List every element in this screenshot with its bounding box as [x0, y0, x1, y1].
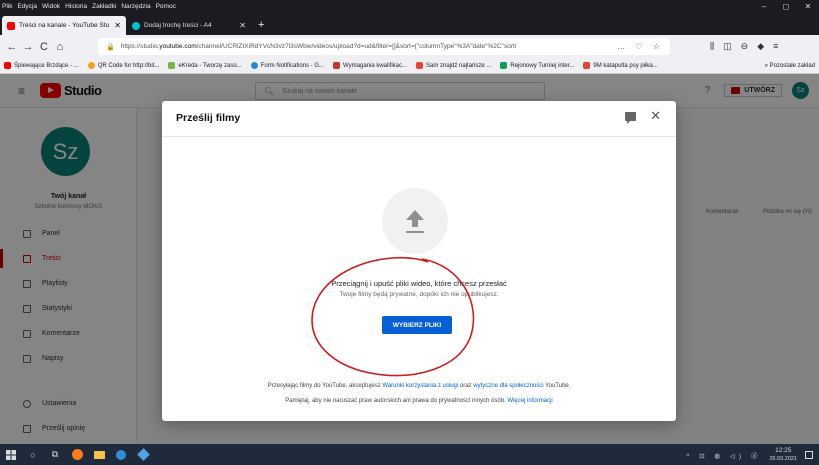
- page-actions-icon[interactable]: … ♡ ☆: [617, 42, 664, 51]
- tab-canva[interactable]: Dodaj trochę treści - A4 ✕: [127, 16, 251, 35]
- menu-help[interactable]: Pomoc: [156, 3, 176, 10]
- library-icon[interactable]: ⫼: [710, 41, 714, 52]
- select-files-button[interactable]: WYBIERZ PLIKI: [382, 316, 452, 334]
- canva-favicon-icon: [132, 21, 140, 30]
- tab-close-icon[interactable]: ✕: [239, 21, 246, 30]
- close-icon[interactable]: ✕: [650, 108, 661, 124]
- bookmark-item[interactable]: Form Notifications - G...: [250, 62, 324, 69]
- bookmark-item[interactable]: Sam znajdź najtańsze ...: [416, 62, 491, 69]
- bookmark-item[interactable]: Rejonowy Turniej inter...: [500, 62, 574, 69]
- tab-youtube-studio[interactable]: Treści na kanale - YouTube Stu ✕: [2, 16, 126, 35]
- forward-button[interactable]: →: [20, 41, 36, 53]
- feedback-icon[interactable]: [625, 112, 636, 124]
- account-icon[interactable]: ⊖: [741, 41, 749, 52]
- toolbar-icons: ⫼ ◫ ⊖ ◆ ≡: [710, 41, 778, 52]
- bookmark-icon: [168, 62, 176, 69]
- reload-button[interactable]: C: [36, 41, 52, 53]
- url-bar[interactable]: 🔒 https://studio.youtube.com/channel/UCR…: [98, 38, 670, 55]
- drive-icon: [500, 62, 508, 69]
- search-icon[interactable]: ○: [22, 444, 44, 465]
- bookmark-item[interactable]: Wymagania kwalifikac...: [333, 62, 407, 69]
- maximize-button[interactable]: ◻: [775, 0, 797, 13]
- gmail-icon: [416, 62, 423, 69]
- tab-label: Dodaj trochę treści - A4: [144, 22, 212, 29]
- terms-of-service-link[interactable]: Warunki korzystania z usługi: [382, 383, 458, 389]
- gmail-icon: [583, 62, 591, 69]
- task-view-icon[interactable]: ⧉: [44, 444, 66, 465]
- clock-date: 26.03.2021: [769, 455, 797, 462]
- tab-label: Treści na kanale - YouTube Stu: [19, 22, 110, 29]
- menu-bar: Plik Edycja Widok Historia Zakładki Narz…: [0, 0, 819, 13]
- windows-start-icon[interactable]: [0, 444, 22, 465]
- bookmark-icon: [250, 62, 258, 69]
- new-tab-button[interactable]: +: [252, 16, 270, 35]
- other-bookmarks[interactable]: » Pozostałe zakład: [758, 58, 815, 73]
- bookmark-item[interactable]: 9M katapulta psy piłka...: [583, 62, 658, 69]
- bookmark-icon: [333, 62, 341, 69]
- extension-icon[interactable]: ◆: [757, 41, 764, 52]
- home-button[interactable]: ⌂: [52, 41, 68, 53]
- file-explorer-icon[interactable]: [88, 444, 110, 465]
- menu-edit[interactable]: Edycja: [17, 3, 37, 10]
- bookmark-icon: [4, 62, 11, 69]
- tray-icons[interactable]: ^ ⊡ ◍ ◁) ⓓ: [686, 450, 761, 460]
- copyright-notice: Pamiętaj, aby nie naruszać praw autorski…: [285, 398, 553, 404]
- bookmark-item[interactable]: Śpiewające Brzdące - ...: [4, 62, 79, 69]
- menu-file[interactable]: Plik: [2, 3, 12, 10]
- divider: [162, 136, 676, 137]
- clock[interactable]: 12:25 26.03.2021: [769, 447, 797, 463]
- minimize-button[interactable]: –: [753, 0, 775, 13]
- firefox-icon[interactable]: [66, 444, 88, 465]
- hamburger-menu-icon[interactable]: ≡: [773, 41, 778, 52]
- taskbar: ○ ⧉ ^ ⊡ ◍ ◁) ⓓ 12:25 26.03.2021: [0, 444, 819, 465]
- dialog-title: Prześlij filmy: [176, 112, 241, 124]
- back-button[interactable]: ←: [4, 41, 20, 53]
- edge-icon[interactable]: [110, 444, 132, 465]
- menu-history[interactable]: Historia: [65, 3, 87, 10]
- terms-text: Przesyłając filmy do YouTube, akceptujes…: [267, 383, 571, 389]
- bookmark-item[interactable]: QR Code for http://bit...: [87, 62, 159, 69]
- lock-icon: 🔒: [106, 43, 115, 51]
- upload-dialog: Prześlij filmy ✕ Przeciągnij i upuść pli…: [162, 101, 676, 421]
- app-icon[interactable]: [132, 444, 154, 465]
- bookmarks-bar: Śpiewające Brzdące - ... QR Code for htt…: [0, 58, 819, 74]
- upload-drop-target[interactable]: [382, 188, 448, 254]
- upload-arrow-icon: [406, 210, 424, 233]
- menu-view[interactable]: Widok: [42, 3, 60, 10]
- window-controls: – ◻ ✕: [753, 0, 819, 13]
- learn-more-link[interactable]: Więcej informacji: [507, 398, 552, 404]
- close-window-button[interactable]: ✕: [797, 0, 819, 13]
- menu-tools[interactable]: Narzędzia: [121, 3, 150, 10]
- system-tray: ^ ⊡ ◍ ◁) ⓓ 12:25 26.03.2021: [686, 444, 813, 465]
- navigation-bar: ← → C ⌂ 🔒 https://studio.youtube.com/cha…: [0, 35, 819, 58]
- menu-bookmarks[interactable]: Zakładki: [92, 3, 116, 10]
- tab-close-icon[interactable]: ✕: [114, 21, 121, 30]
- notification-icon[interactable]: [805, 450, 813, 459]
- tab-bar: Treści na kanale - YouTube Stu ✕ Dodaj t…: [0, 13, 819, 35]
- youtube-favicon-icon: [7, 21, 15, 30]
- bookmark-icon: [87, 62, 95, 69]
- clock-time: 12:25: [775, 446, 792, 454]
- url-text: https://studio.youtube.com/channel/UCRlZ…: [120, 43, 517, 50]
- sidebar-icon[interactable]: ◫: [723, 41, 732, 52]
- community-guidelines-link[interactable]: wytyczne dla społeczności: [473, 383, 543, 389]
- bookmark-item[interactable]: eKreda - Tworzę zaso...: [168, 62, 242, 69]
